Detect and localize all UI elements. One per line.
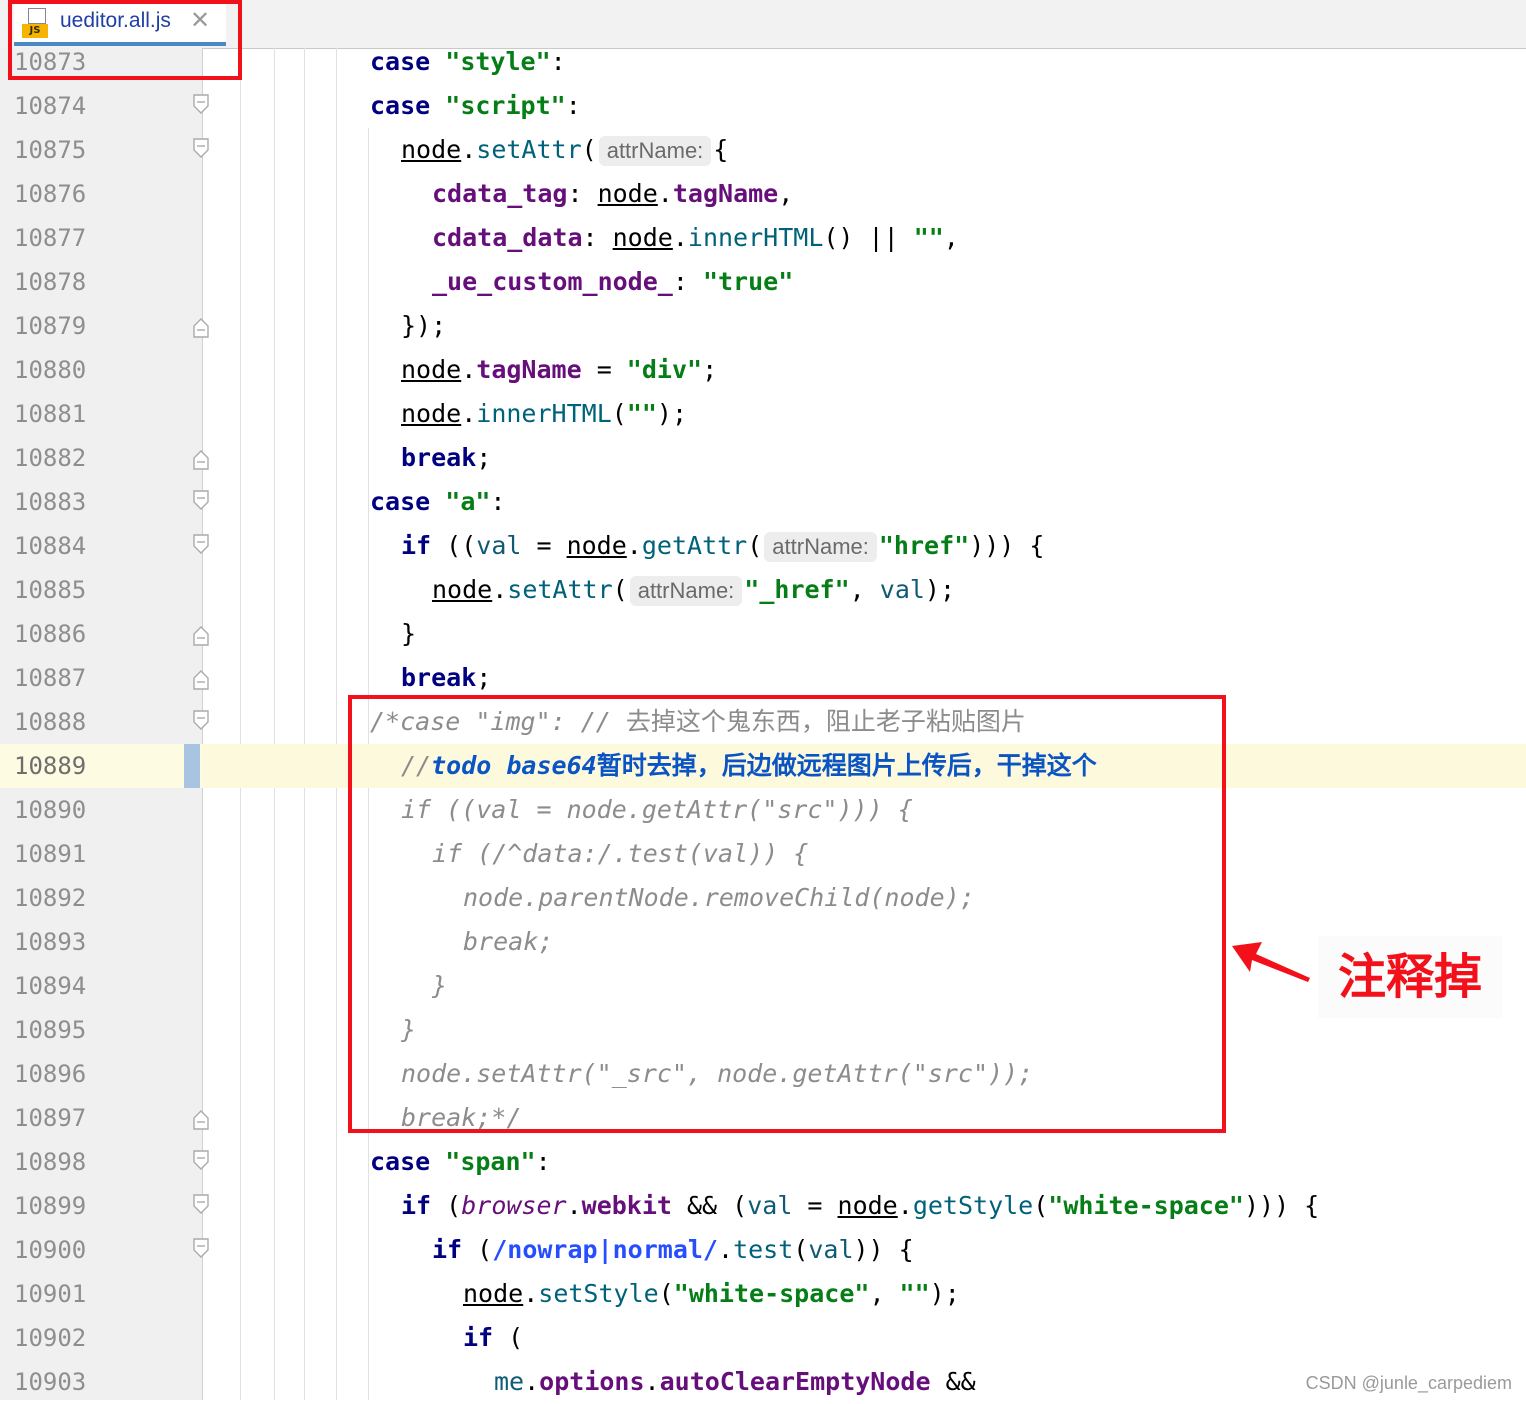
line-number: 10891 bbox=[14, 840, 87, 868]
line-number: 10877 bbox=[14, 224, 87, 252]
line-number: 10879 bbox=[14, 312, 87, 340]
fold-open-icon[interactable] bbox=[193, 94, 209, 114]
annotation-note: 注释掉 bbox=[1318, 936, 1502, 1018]
fold-close-icon[interactable] bbox=[193, 1110, 209, 1130]
line-number: 10888 bbox=[14, 708, 87, 736]
fold-close-icon[interactable] bbox=[193, 626, 209, 646]
code-line[interactable]: 10898 case "span": bbox=[0, 1140, 1526, 1184]
line-number: 10896 bbox=[14, 1060, 87, 1088]
line-number: 10895 bbox=[14, 1016, 87, 1044]
code-line[interactable]: 10881 node.innerHTML(""); bbox=[0, 392, 1526, 436]
line-number: 10898 bbox=[14, 1148, 87, 1176]
code-line[interactable]: 10887 break; bbox=[0, 656, 1526, 700]
code-line[interactable]: 10903 me.options.autoClearEmptyNode && bbox=[0, 1360, 1526, 1404]
code-line[interactable]: 10885 node.setAttr(attrName: "_href", val… bbox=[0, 568, 1526, 612]
code-line[interactable]: 10878 _ue_custom_node_: "true" bbox=[0, 260, 1526, 304]
line-number: 10900 bbox=[14, 1236, 87, 1264]
code-line[interactable]: 10883 case "a": bbox=[0, 480, 1526, 524]
code-line[interactable]: 10879 }); bbox=[0, 304, 1526, 348]
code-line[interactable]: 10899 if (browser.webkit && (val = node.… bbox=[0, 1184, 1526, 1228]
line-number: 10875 bbox=[14, 136, 87, 164]
line-number: 10899 bbox=[14, 1192, 87, 1220]
line-number: 10880 bbox=[14, 356, 87, 384]
line-number: 10890 bbox=[14, 796, 87, 824]
line-number: 10881 bbox=[14, 400, 87, 428]
code-line[interactable]: 10902 if ( bbox=[0, 1316, 1526, 1360]
line-number: 10893 bbox=[14, 928, 87, 956]
fold-open-icon[interactable] bbox=[193, 1194, 209, 1214]
fold-open-icon[interactable] bbox=[193, 138, 209, 158]
commented-code-highlight-box bbox=[348, 695, 1226, 1133]
line-number: 10886 bbox=[14, 620, 87, 648]
line-number: 10894 bbox=[14, 972, 87, 1000]
line-number: 10883 bbox=[14, 488, 87, 516]
fold-close-icon[interactable] bbox=[193, 450, 209, 470]
parameter-hint: attrName: bbox=[764, 532, 877, 562]
fold-open-icon[interactable] bbox=[193, 534, 209, 554]
watermark: CSDN @junle_carpediem bbox=[1305, 1373, 1512, 1393]
fold-close-icon[interactable] bbox=[193, 670, 209, 690]
parameter-hint: attrName: bbox=[598, 136, 712, 166]
code-line[interactable]: 10884 if ((val = node.getAttr(attrName: "… bbox=[0, 524, 1526, 568]
code-line[interactable]: 10882 break; bbox=[0, 436, 1526, 480]
code-line[interactable]: 10874 case "script": bbox=[0, 84, 1526, 128]
line-number: 10897 bbox=[14, 1104, 87, 1132]
line-number: 10885 bbox=[14, 576, 87, 604]
caret-row-marker bbox=[184, 744, 200, 788]
fold-close-icon[interactable] bbox=[193, 318, 209, 338]
code-line[interactable]: 10886 } bbox=[0, 612, 1526, 656]
code-line[interactable]: 10875 node.setAttr(attrName:{ bbox=[0, 128, 1526, 172]
line-number: 10878 bbox=[14, 268, 87, 296]
line-number: 10882 bbox=[14, 444, 87, 472]
line-number: 10876 bbox=[14, 180, 87, 208]
line-number: 10889 bbox=[14, 752, 87, 780]
code-line[interactable]: 10877 cdata_data: node.innerHTML() || ""… bbox=[0, 216, 1526, 260]
fold-open-icon[interactable] bbox=[193, 490, 209, 510]
line-number: 10903 bbox=[14, 1368, 87, 1396]
line-number: 10887 bbox=[14, 664, 87, 692]
annotation-arrow-icon bbox=[1232, 942, 1310, 982]
line-number: 10884 bbox=[14, 532, 87, 560]
parameter-hint: attrName: bbox=[629, 576, 743, 606]
line-number: 10902 bbox=[14, 1324, 87, 1352]
line-number: 10874 bbox=[14, 92, 87, 120]
code-line[interactable]: 10876 cdata_tag: node.tagName, bbox=[0, 172, 1526, 216]
fold-open-icon[interactable] bbox=[193, 710, 209, 730]
fold-open-icon[interactable] bbox=[193, 1238, 209, 1258]
line-number: 10901 bbox=[14, 1280, 87, 1308]
tab-highlight-box bbox=[8, 0, 242, 80]
line-number: 10892 bbox=[14, 884, 87, 912]
code-line[interactable]: 10880 node.tagName = "div"; bbox=[0, 348, 1526, 392]
fold-open-icon[interactable] bbox=[193, 1150, 209, 1170]
code-line[interactable]: 10900 if (/nowrap|normal/.test(val)) { bbox=[0, 1228, 1526, 1272]
code-line[interactable]: 10901 node.setStyle("white-space", ""); bbox=[0, 1272, 1526, 1316]
